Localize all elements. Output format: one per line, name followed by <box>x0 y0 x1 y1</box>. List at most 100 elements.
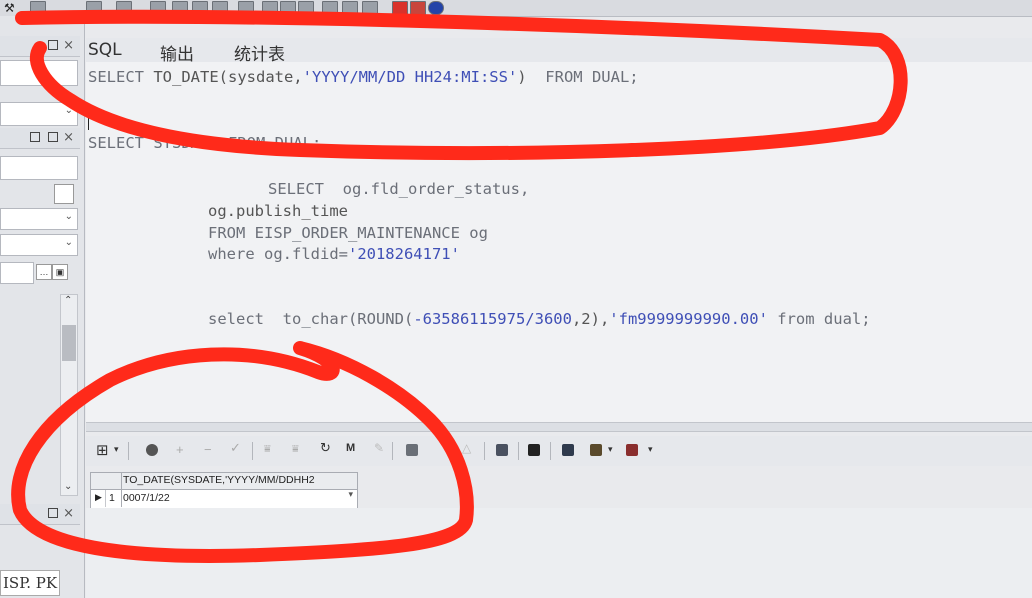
code-token: ) <box>517 68 546 86</box>
dropdown-field-2[interactable]: ⌄ <box>0 102 78 126</box>
house-icon[interactable] <box>406 444 418 456</box>
code-token: ,2), <box>571 310 610 328</box>
toolbar-icon-7[interactable] <box>212 1 228 15</box>
chevron-down-icon[interactable]: ▾ <box>348 490 353 500</box>
maximize-icon[interactable] <box>48 508 58 518</box>
panel-header-2: × <box>0 128 80 149</box>
tab-sql[interactable]: SQL <box>88 40 122 60</box>
toolbar-icon-8[interactable] <box>238 1 254 15</box>
object-name-field[interactable]: ISP. PK <box>0 570 60 596</box>
checkbox[interactable] <box>54 184 74 204</box>
code-line-6: where og.fldid='2018264171' <box>208 245 460 263</box>
restore-icon[interactable] <box>30 132 40 142</box>
minus-icon[interactable]: − <box>204 442 212 457</box>
browse-icon[interactable]: ▣ <box>52 264 68 280</box>
chevron-down-icon: ⌄ <box>64 237 73 248</box>
binoculars-icon[interactable]: M <box>346 442 355 454</box>
chevron-down-icon[interactable]: ▾ <box>648 444 653 455</box>
grid-icon[interactable]: ⊞ <box>96 441 109 459</box>
pane-splitter[interactable] <box>86 422 1032 432</box>
result-grid: TO_DATE(SYSDATE,'YYYY/MM/DDHH2 ▶ 1 0007/… <box>90 472 358 510</box>
code-line-2: SELECT SYSDATE FROM DUAL; <box>88 134 322 152</box>
scroll-down-icon[interactable]: ⌄ <box>64 481 72 492</box>
editor-tabs: SQL 输出 统计表 <box>86 38 1032 65</box>
info-icon[interactable] <box>428 1 444 15</box>
chevron-down-icon[interactable]: ▾ <box>114 444 119 455</box>
close-icon[interactable]: × <box>63 506 74 521</box>
input-field-1[interactable] <box>0 156 78 180</box>
toolbar-icon-1[interactable] <box>30 1 46 15</box>
wrench-icon[interactable]: ⚒ <box>4 1 15 15</box>
dropdown-field-3[interactable]: ⌄ <box>0 208 78 230</box>
chevron-down-icon: ⌄ <box>64 211 73 222</box>
toolbar-icon-11[interactable] <box>298 1 314 15</box>
close-icon[interactable]: × <box>63 130 74 145</box>
toolbar-icon-5[interactable] <box>172 1 188 15</box>
filter-icon[interactable]: ⩸ <box>292 442 299 456</box>
code-line-3: SELECT og.fld_order_status, <box>268 180 530 198</box>
separator <box>128 442 129 460</box>
separator <box>252 442 253 460</box>
code-line-5: FROM EISP_ORDER_MAINTENANCE og <box>208 224 488 242</box>
database-icon[interactable] <box>562 444 574 456</box>
result-toolbar: ⊞ ▾ + − ✓ ⩸ ⩸ ↻ M ✎ △ ▾ ▾ <box>86 436 1032 466</box>
save-icon[interactable] <box>528 444 540 456</box>
dropdown-field-1[interactable] <box>0 60 78 86</box>
table-row[interactable]: ▶ 1 0007/1/22 ▾ <box>91 490 357 507</box>
chevron-down-icon: ⌄ <box>64 105 73 116</box>
code-token: select to_char(ROUND( <box>208 310 414 328</box>
code-line-7: select to_char(ROUND(-63586115975/3600,2… <box>208 310 871 328</box>
ellipsis-button[interactable]: … <box>36 264 52 280</box>
text-caret <box>88 114 89 130</box>
toolbar-icon-6[interactable] <box>192 1 208 15</box>
lock-icon[interactable] <box>146 444 158 456</box>
filter-icon[interactable]: ⩸ <box>264 442 271 456</box>
dropdown-field-4[interactable]: ⌄ <box>0 234 78 256</box>
stop-icon[interactable] <box>392 1 408 15</box>
pdf-icon[interactable] <box>410 1 426 15</box>
text-field[interactable] <box>0 262 34 284</box>
film-icon[interactable] <box>626 444 638 456</box>
toolbar-icon-12[interactable] <box>322 1 338 15</box>
toolbar-icon-13[interactable] <box>342 1 358 15</box>
scrollbar[interactable]: ⌃ ⌄ <box>60 294 78 496</box>
code-token: SELECT <box>88 68 154 86</box>
toolbar-icon-9[interactable] <box>262 1 278 15</box>
toolbar-icon-3[interactable] <box>116 1 132 15</box>
code-token: where og.fldid= <box>208 245 348 263</box>
grid-corner[interactable] <box>91 473 122 489</box>
pencil-icon[interactable]: ✎ <box>374 441 384 455</box>
cell-value[interactable]: 0007/1/22 <box>123 492 170 504</box>
maximize-icon[interactable] <box>48 40 58 50</box>
result-area <box>86 508 1032 598</box>
scroll-thumb[interactable] <box>62 325 76 361</box>
sql-editor[interactable]: SELECT TO_DATE(sysdate,'YYYY/MM/DD HH24:… <box>86 62 1032 422</box>
toolbar-icon-2[interactable] <box>86 1 102 15</box>
panel-header-3: × <box>0 504 80 525</box>
close-icon[interactable]: × <box>63 38 74 53</box>
code-token: (sysdate, <box>218 68 303 86</box>
number-literal: -63586115975/3600 <box>413 310 572 328</box>
chevron-down-icon[interactable]: ▾ <box>608 444 613 455</box>
top-toolbar: ⚒ <box>0 0 1032 17</box>
plus-icon[interactable]: + <box>176 442 184 457</box>
toolbar-icon-14[interactable] <box>362 1 378 15</box>
export-icon[interactable] <box>590 444 602 456</box>
toolbar-icon-10[interactable] <box>280 1 296 15</box>
chart-icon[interactable] <box>496 444 508 456</box>
check-icon[interactable]: ✓ <box>230 441 241 456</box>
code-token: from dual; <box>767 310 871 328</box>
separator <box>484 442 485 460</box>
refresh-icon[interactable]: ↻ <box>320 441 331 456</box>
row-number: 1 <box>109 492 115 504</box>
toolbar-icon-4[interactable] <box>150 1 166 15</box>
triangle-icon[interactable]: △ <box>462 441 471 455</box>
code-line-4: og.publish_time <box>208 202 348 220</box>
code-token: FROM DUAL; <box>545 68 639 86</box>
maximize-icon[interactable] <box>48 132 58 142</box>
separator <box>550 442 551 460</box>
grid-header: TO_DATE(SYSDATE,'YYYY/MM/DDHH2 <box>91 473 357 490</box>
scroll-up-icon[interactable]: ⌃ <box>64 295 72 306</box>
separator <box>518 442 519 460</box>
column-header[interactable]: TO_DATE(SYSDATE,'YYYY/MM/DDHH2 <box>123 474 315 486</box>
